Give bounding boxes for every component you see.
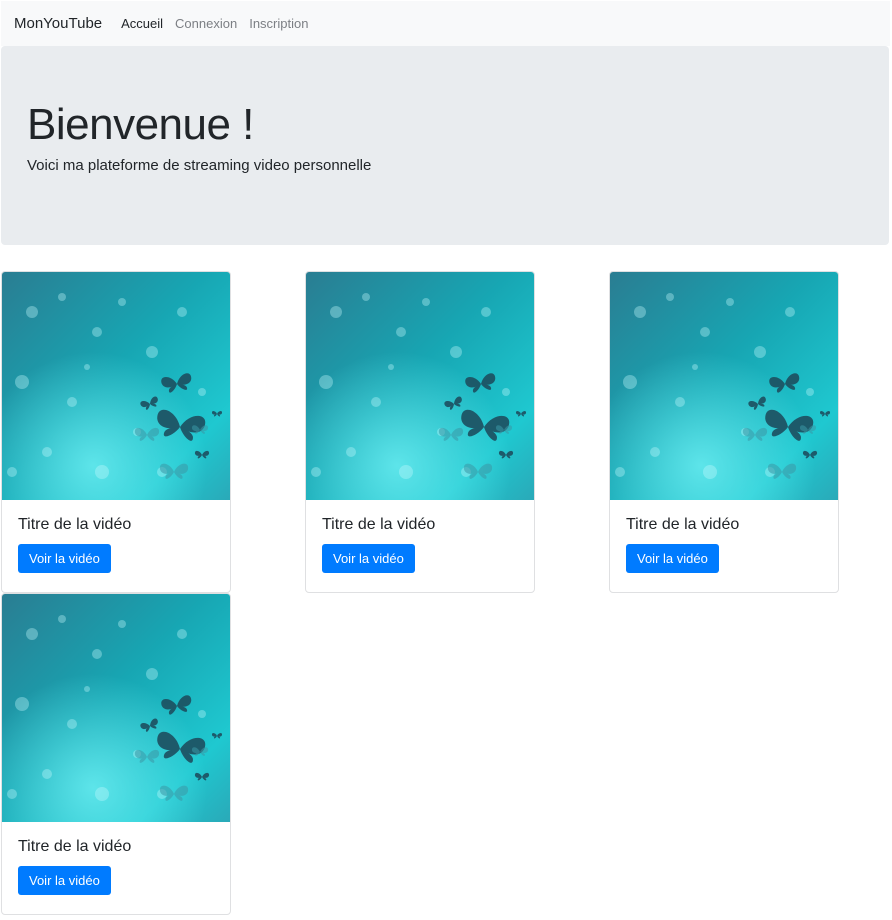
nav-link-inscription[interactable]: Inscription: [249, 16, 308, 31]
video-card: Titre de la vidéo Voir la vidéo: [609, 271, 839, 593]
card-body: Titre de la vidéo Voir la vidéo: [2, 500, 230, 589]
video-title: Titre de la vidéo: [18, 838, 132, 855]
video-card: Titre de la vidéo Voir la vidéo: [1, 271, 231, 593]
hero-title: Bienvenue !: [27, 100, 254, 149]
watch-video-button[interactable]: Voir la vidéo: [18, 544, 111, 573]
video-thumbnail[interactable]: [306, 272, 534, 500]
watch-video-button[interactable]: Voir la vidéo: [18, 866, 111, 895]
watch-video-button[interactable]: Voir la vidéo: [322, 544, 415, 573]
video-title: Titre de la vidéo: [626, 516, 740, 533]
video-card: Titre de la vidéo Voir la vidéo: [1, 593, 231, 915]
video-title: Titre de la vidéo: [18, 516, 132, 533]
nav-link-accueil[interactable]: Accueil: [121, 16, 163, 31]
card-body: Titre de la vidéo Voir la vidéo: [2, 822, 230, 911]
video-thumbnail[interactable]: [2, 594, 230, 822]
video-title: Titre de la vidéo: [322, 516, 436, 533]
video-thumbnail[interactable]: [2, 272, 230, 500]
card-body: Titre de la vidéo Voir la vidéo: [306, 500, 534, 589]
video-thumbnail[interactable]: [610, 272, 838, 500]
watch-video-button[interactable]: Voir la vidéo: [626, 544, 719, 573]
navbar: MonYouTube Accueil Connexion Inscription: [1, 1, 890, 46]
nav-link-connexion[interactable]: Connexion: [175, 16, 237, 31]
video-card: Titre de la vidéo Voir la vidéo: [305, 271, 535, 593]
navbar-brand[interactable]: MonYouTube: [14, 15, 102, 32]
hero-jumbotron: Bienvenue ! Voici ma plateforme de strea…: [1, 46, 889, 245]
hero-subtitle: Voici ma plateforme de streaming video p…: [27, 157, 372, 174]
card-body: Titre de la vidéo Voir la vidéo: [610, 500, 838, 589]
